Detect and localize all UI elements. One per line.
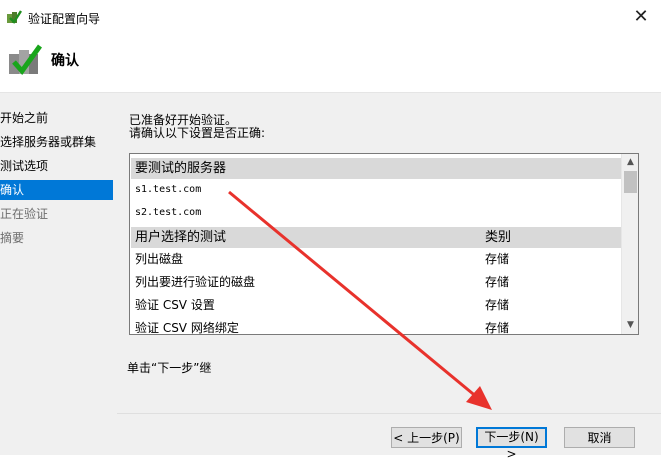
next-button[interactable]: 下一步(N) > <box>476 427 547 461</box>
step-validating: 正在验证 <box>0 207 49 221</box>
list-item[interactable]: s2.test.com <box>131 202 621 224</box>
test-category: 存储 <box>485 321 510 335</box>
test-name: 验证 CSV 设置 <box>135 298 215 312</box>
window-title: 验证配置向导 <box>28 12 101 26</box>
close-icon: ✕ <box>633 6 649 27</box>
wizard-steps: 开始之前 选择服务器或群集 测试选项 确认 正在验证 摘要 <box>0 93 117 455</box>
title-bar: 验证配置向导 ✕ <box>0 0 661 34</box>
step-before-you-begin[interactable]: 开始之前 <box>0 108 113 128</box>
cluster-validation-icon <box>9 44 42 75</box>
list-item[interactable]: 列出磁盘 存储 <box>131 248 621 270</box>
list-item[interactable]: 列出要进行验证的磁盘 存储 <box>131 271 621 293</box>
close-button[interactable]: ✕ <box>626 4 656 30</box>
wizard-header: 确认 <box>0 34 661 93</box>
confirmation-list[interactable]: 要测试的服务器 s1.test.com s2.test.com 用户选择的测试 … <box>129 153 639 335</box>
test-name: 验证 CSV 网络绑定 <box>135 321 239 335</box>
hint-text: 单击“下一步”继 <box>127 361 212 375</box>
test-name: 列出要进行验证的磁盘 <box>135 275 256 289</box>
test-category: 存储 <box>485 252 510 266</box>
servers-group-header: 要测试的服务器 <box>131 158 621 179</box>
list-item[interactable]: 验证 CSV 网络绑定 存储 <box>131 317 621 335</box>
server-name: s2.test.com <box>135 207 202 218</box>
back-button[interactable]: < 上一步(P) <box>391 427 462 448</box>
test-category: 存储 <box>485 275 510 289</box>
scroll-up-icon[interactable]: ▲ <box>622 154 638 171</box>
step-summary: 摘要 <box>0 231 25 245</box>
test-name: 列出磁盘 <box>135 252 184 266</box>
server-name: s1.test.com <box>135 184 202 195</box>
main-panel: 已准备好开始验证。 请确认以下设置是否正确: 要测试的服务器 s1.test.c… <box>117 93 661 461</box>
cluster-validation-icon <box>7 10 22 24</box>
list-item[interactable]: s1.test.com <box>131 179 621 201</box>
tests-header-label: 用户选择的测试 <box>135 230 227 245</box>
step-testing-options[interactable]: 测试选项 <box>0 156 113 176</box>
test-category: 存储 <box>485 298 510 312</box>
step-select-servers[interactable]: 选择服务器或群集 <box>0 132 113 152</box>
page-title: 确认 <box>51 53 79 69</box>
list-item[interactable]: 验证 CSV 设置 存储 <box>131 294 621 316</box>
step-confirmation[interactable]: 确认 <box>0 180 113 200</box>
scroll-down-icon[interactable]: ▼ <box>622 317 638 334</box>
cancel-button[interactable]: 取消 <box>564 427 635 448</box>
servers-header-label: 要测试的服务器 <box>135 161 227 176</box>
tests-group-header: 用户选择的测试 类别 <box>131 227 621 248</box>
scroll-thumb[interactable] <box>624 171 637 193</box>
divider <box>117 413 661 414</box>
vertical-scrollbar[interactable]: ▲ ▼ <box>621 154 638 334</box>
category-header-label: 类别 <box>485 230 512 245</box>
instruction-text: 请确认以下设置是否正确: <box>129 126 266 140</box>
